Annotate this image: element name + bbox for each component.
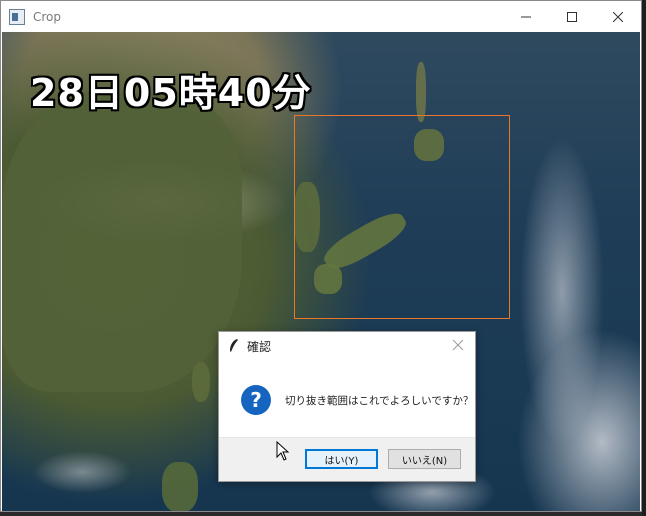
maximize-icon (567, 11, 577, 22)
close-icon (613, 11, 623, 22)
dialog-close-icon[interactable] (451, 338, 465, 352)
background-app-edge (642, 0, 646, 516)
no-button[interactable]: いいえ(N) (388, 449, 461, 469)
yes-button[interactable]: はい(Y) (305, 449, 378, 469)
maximize-button[interactable] (549, 1, 595, 32)
minimize-icon (521, 16, 531, 17)
question-icon: ? (241, 385, 271, 415)
close-button[interactable] (595, 1, 641, 32)
land-china (2, 92, 242, 392)
land-sakhalin (416, 62, 426, 122)
window-title: Crop (33, 9, 62, 24)
confirm-dialog: 確認 ? 切り抜き範囲はこれでよろしいですか？ はい(Y) いいえ(N) (218, 331, 476, 482)
dialog-button-bar: はい(Y) いいえ(N) (219, 437, 475, 481)
dialog-title-bar: 確認 (219, 332, 475, 360)
dialog-message: 切り抜き範囲はこれでよろしいですか？ (285, 394, 474, 407)
land-taiwan (192, 362, 210, 402)
feather-icon (230, 339, 238, 352)
dialog-body: ? 切り抜き範囲はこれでよろしいですか？ (219, 360, 475, 440)
land-philippines (162, 462, 198, 511)
crop-selection-rectangle[interactable] (294, 115, 510, 319)
window-controls (503, 1, 641, 32)
app-icon (9, 8, 25, 25)
mouse-cursor-icon (276, 441, 290, 461)
title-bar: Crop (1, 1, 641, 32)
minimize-button[interactable] (503, 1, 549, 32)
dialog-title: 確認 (247, 339, 272, 354)
timestamp-overlay: 28日05時40分 (30, 71, 312, 115)
